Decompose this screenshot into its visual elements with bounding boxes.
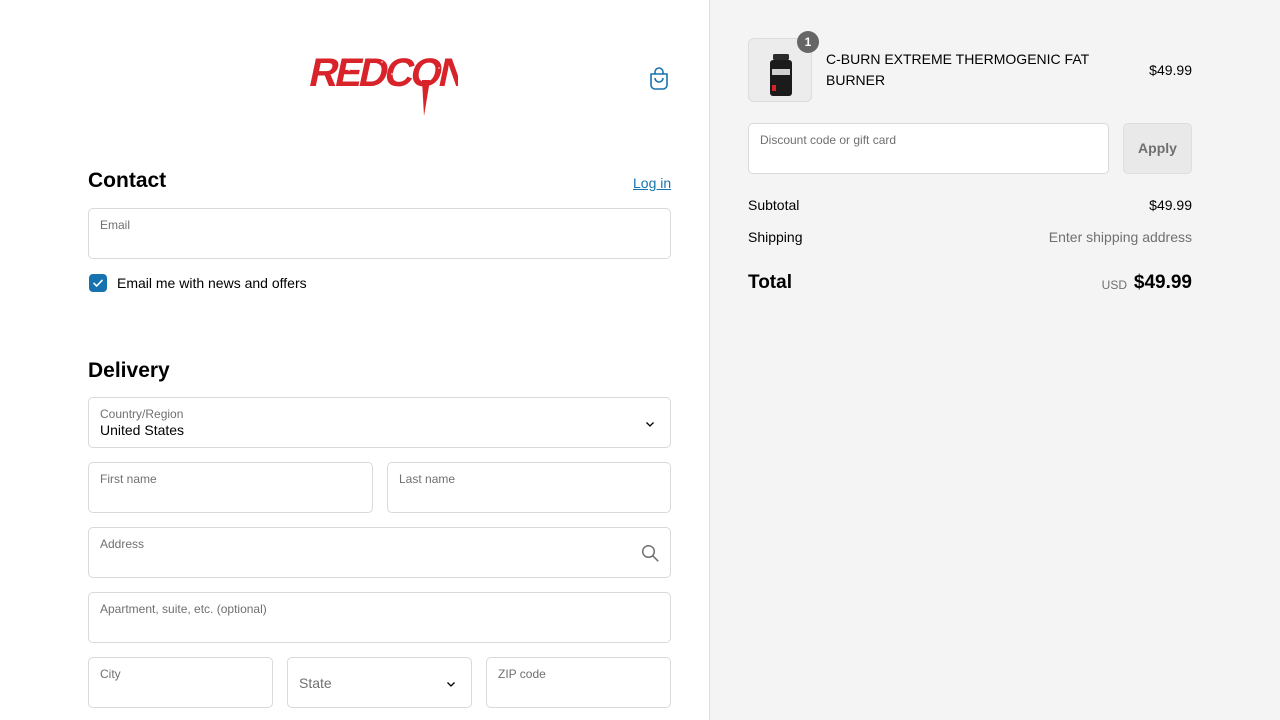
total-value: $49.99 (1133, 272, 1192, 293)
address-label: Address (100, 537, 145, 551)
total-label: Total (748, 272, 792, 293)
order-summary-panel: 1 C-BURN EXTREME THERMOGENIC FAT BURNER … (710, 0, 1280, 720)
checkmark-icon (93, 279, 103, 287)
discount-label: Discount code or gift card (760, 133, 897, 147)
zip-label: ZIP code (498, 667, 546, 681)
discount-code-field[interactable]: Discount code or gift card (748, 123, 1109, 174)
apartment-field[interactable]: Apartment, suite, etc. (optional) (88, 592, 671, 643)
currency-code: USD (1101, 278, 1127, 292)
last-name-label: Last name (399, 472, 456, 486)
product-name: C-BURN EXTREME THERMOGENIC FAT BURNER (826, 51, 1089, 88)
search-icon[interactable] (641, 544, 659, 562)
first-name-label: First name (100, 472, 157, 486)
first-name-field[interactable]: First name (88, 462, 373, 513)
city-label: City (100, 667, 121, 681)
product-price: $49.99 (1149, 62, 1192, 78)
email-field[interactable]: Email (88, 208, 671, 259)
chevron-down-icon (646, 422, 654, 427)
quantity-badge: 1 (797, 31, 819, 53)
newsletter-checkbox[interactable] (89, 274, 107, 292)
city-field[interactable]: City (88, 657, 273, 708)
login-link[interactable]: Log in (633, 175, 671, 191)
svg-text:REDCON1: REDCON1 (305, 49, 458, 94)
last-name-field[interactable]: Last name (387, 462, 671, 513)
contact-heading: Contact (88, 169, 167, 192)
shipping-label: Shipping (748, 229, 803, 245)
state-select[interactable]: State (287, 657, 472, 708)
chevron-down-icon (447, 682, 455, 687)
shopping-bag-icon[interactable] (648, 66, 670, 90)
newsletter-label: Email me with news and offers (117, 275, 307, 291)
country-value: United States (100, 422, 185, 438)
apartment-label: Apartment, suite, etc. (optional) (100, 602, 267, 616)
email-field-label: Email (100, 218, 131, 232)
address-field[interactable]: Address (88, 527, 671, 578)
checkout-form-panel: REDCON1 Contact Log in Email Email me wi… (0, 0, 710, 720)
apply-button[interactable]: Apply (1123, 123, 1192, 174)
state-placeholder: State (299, 675, 332, 691)
delivery-heading: Delivery (88, 359, 170, 382)
shipping-value: Enter shipping address (1048, 229, 1192, 245)
zip-field[interactable]: ZIP code (486, 657, 671, 708)
brand-logo: REDCON1 (305, 47, 458, 116)
country-label: Country/Region (100, 407, 184, 421)
subtotal-label: Subtotal (748, 197, 800, 213)
subtotal-value: $49.99 (1149, 197, 1192, 213)
country-select[interactable]: Country/Region United States (88, 397, 671, 448)
